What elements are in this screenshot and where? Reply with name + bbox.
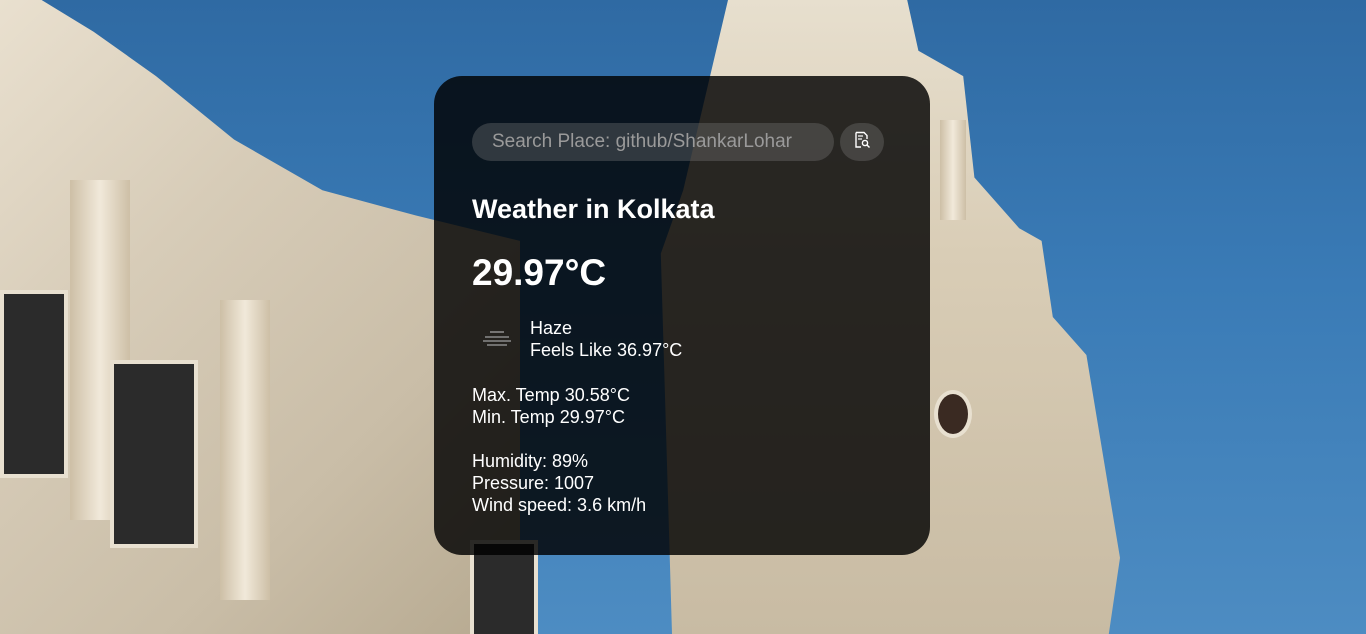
- search-input[interactable]: [472, 123, 834, 161]
- search-document-icon: [853, 131, 871, 154]
- haze-icon: [472, 314, 522, 364]
- condition-row: Haze Feels Like 36.97°C: [472, 314, 682, 364]
- building-column: [940, 120, 966, 220]
- city-title: Weather in Kolkata: [472, 194, 715, 224]
- search-bar: [472, 123, 884, 161]
- temp-range: Max. Temp 30.58°C Min. Temp 29.97°C: [472, 384, 630, 428]
- min-temp: Min. Temp 29.97°C: [472, 407, 625, 427]
- building-window: [934, 390, 972, 438]
- wind-speed: Wind speed: 3.6 km/h: [472, 495, 647, 515]
- conditions-details: Humidity: 89% Pressure: 1007 Wind speed:…: [472, 450, 646, 516]
- building-column: [220, 300, 270, 600]
- building-window: [0, 290, 68, 478]
- building-window: [110, 360, 198, 548]
- weather-card: Weather in Kolkata 29.97°C Haze Feels Li…: [434, 76, 930, 555]
- search-button[interactable]: [840, 123, 884, 161]
- feels-like: Feels Like 36.97°C: [530, 340, 683, 360]
- condition-label: Haze: [530, 318, 573, 338]
- temperature: 29.97°C: [472, 252, 607, 293]
- pressure: Pressure: 1007: [472, 473, 595, 493]
- humidity: Humidity: 89%: [472, 451, 589, 471]
- max-temp: Max. Temp 30.58°C: [472, 385, 630, 405]
